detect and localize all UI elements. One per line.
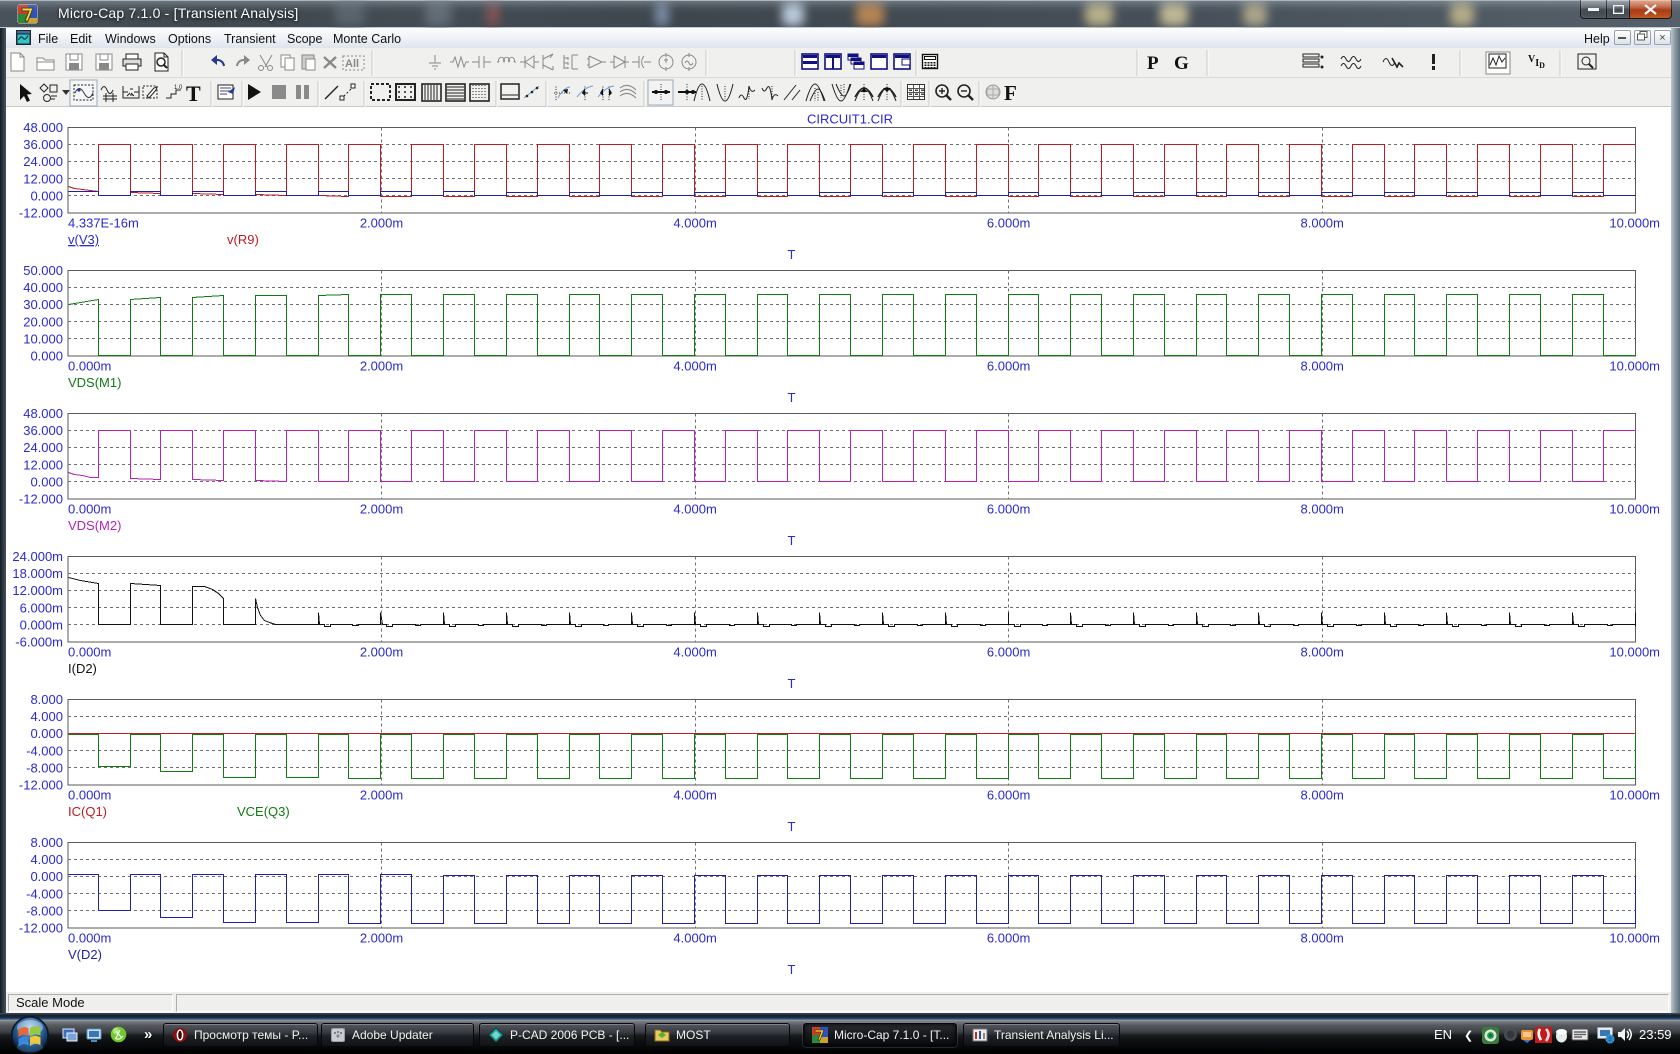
svg-text:6.000m: 6.000m	[987, 216, 1030, 231]
svg-text:0.000m: 0.000m	[20, 617, 63, 632]
svg-text:IC(Q1): IC(Q1)	[68, 804, 107, 819]
svg-text:6.000m: 6.000m	[20, 600, 63, 615]
svg-text:0.000m: 0.000m	[68, 359, 111, 374]
svg-text:4.000m: 4.000m	[673, 931, 716, 946]
svg-text:2.000m: 2.000m	[360, 931, 403, 946]
svg-text:-12.000: -12.000	[19, 492, 63, 507]
svg-text:2.000m: 2.000m	[360, 216, 403, 231]
svg-text:8.000m: 8.000m	[1301, 359, 1344, 374]
svg-text:T: T	[788, 533, 796, 548]
svg-text:12.000: 12.000	[23, 171, 63, 186]
svg-text:0.000m: 0.000m	[68, 788, 111, 803]
svg-text:10.000m: 10.000m	[1609, 502, 1660, 517]
svg-text:-8.000: -8.000	[26, 760, 63, 775]
svg-text:4.000: 4.000	[30, 709, 63, 724]
svg-text:6.000m: 6.000m	[987, 502, 1030, 517]
svg-text:8.000m: 8.000m	[1301, 502, 1344, 517]
svg-text:36.000: 36.000	[23, 423, 63, 438]
svg-text:6.000m: 6.000m	[987, 645, 1030, 660]
svg-text:48.000: 48.000	[23, 120, 63, 135]
svg-text:0.000: 0.000	[30, 869, 63, 884]
svg-text:10.000m: 10.000m	[1609, 645, 1660, 660]
svg-text:18.000m: 18.000m	[12, 566, 63, 581]
svg-text:CIRCUIT1.CIR: CIRCUIT1.CIR	[807, 112, 893, 127]
svg-text:0.000: 0.000	[30, 726, 63, 741]
svg-text:24.000: 24.000	[23, 154, 63, 169]
svg-text:VDS(M1): VDS(M1)	[68, 375, 121, 390]
svg-text:0.000m: 0.000m	[68, 645, 111, 660]
svg-text:-4.000: -4.000	[26, 886, 63, 901]
svg-text:20.000: 20.000	[23, 314, 63, 329]
svg-text:I(D2): I(D2)	[68, 661, 97, 676]
svg-text:6.000m: 6.000m	[987, 788, 1030, 803]
svg-text:T: T	[788, 819, 796, 834]
svg-text:10.000m: 10.000m	[1609, 216, 1660, 231]
svg-text:40.000: 40.000	[23, 280, 63, 295]
svg-text:8.000m: 8.000m	[1301, 931, 1344, 946]
svg-text:T: T	[788, 390, 796, 405]
svg-text:VDS(M2): VDS(M2)	[68, 518, 121, 533]
svg-text:4.337E-16m: 4.337E-16m	[68, 216, 139, 231]
svg-text:-12.000: -12.000	[19, 921, 63, 936]
svg-text:4.000m: 4.000m	[673, 359, 716, 374]
svg-text:2.000m: 2.000m	[360, 502, 403, 517]
svg-text:-6.000m: -6.000m	[15, 635, 63, 650]
svg-text:4.000m: 4.000m	[673, 788, 716, 803]
svg-text:0.000: 0.000	[30, 349, 63, 364]
svg-text:8.000m: 8.000m	[1301, 788, 1344, 803]
svg-text:0.000: 0.000	[30, 474, 63, 489]
svg-text:v(R9): v(R9)	[227, 232, 259, 247]
svg-text:10.000: 10.000	[23, 331, 63, 346]
svg-text:-4.000: -4.000	[26, 743, 63, 758]
svg-text:12.000m: 12.000m	[12, 583, 63, 598]
svg-text:36.000: 36.000	[23, 137, 63, 152]
svg-text:10.000m: 10.000m	[1609, 931, 1660, 946]
svg-text:12.000: 12.000	[23, 457, 63, 472]
svg-text:-12.000: -12.000	[19, 778, 63, 793]
svg-text:30.000: 30.000	[23, 297, 63, 312]
svg-text:2.000m: 2.000m	[360, 359, 403, 374]
svg-text:8.000m: 8.000m	[1301, 216, 1344, 231]
svg-text:T: T	[788, 247, 796, 262]
svg-text:8.000m: 8.000m	[1301, 645, 1344, 660]
svg-text:T: T	[788, 962, 796, 977]
svg-text:0.000m: 0.000m	[68, 931, 111, 946]
svg-text:-8.000: -8.000	[26, 903, 63, 918]
svg-text:-12.000: -12.000	[19, 206, 63, 221]
svg-text:6.000m: 6.000m	[987, 931, 1030, 946]
svg-text:4.000m: 4.000m	[673, 502, 716, 517]
svg-text:2.000m: 2.000m	[360, 788, 403, 803]
svg-text:2.000m: 2.000m	[360, 645, 403, 660]
svg-text:0.000m: 0.000m	[68, 502, 111, 517]
svg-text:T: T	[788, 676, 796, 691]
svg-text:10.000m: 10.000m	[1609, 788, 1660, 803]
svg-text:VCE(Q3): VCE(Q3)	[237, 804, 290, 819]
svg-text:6.000m: 6.000m	[987, 359, 1030, 374]
svg-text:24.000: 24.000	[23, 440, 63, 455]
svg-text:0.000: 0.000	[30, 188, 63, 203]
svg-text:10.000m: 10.000m	[1609, 359, 1660, 374]
svg-text:4.000m: 4.000m	[673, 216, 716, 231]
svg-text:50.000: 50.000	[23, 263, 63, 278]
svg-text:4.000m: 4.000m	[673, 645, 716, 660]
svg-text:V(D2): V(D2)	[68, 947, 102, 962]
svg-text:4.000: 4.000	[30, 852, 63, 867]
svg-text:48.000: 48.000	[23, 406, 63, 421]
svg-text:v(V3): v(V3)	[68, 232, 99, 247]
svg-text:8.000: 8.000	[30, 835, 63, 850]
svg-text:8.000: 8.000	[30, 692, 63, 707]
svg-text:24.000m: 24.000m	[12, 549, 63, 564]
